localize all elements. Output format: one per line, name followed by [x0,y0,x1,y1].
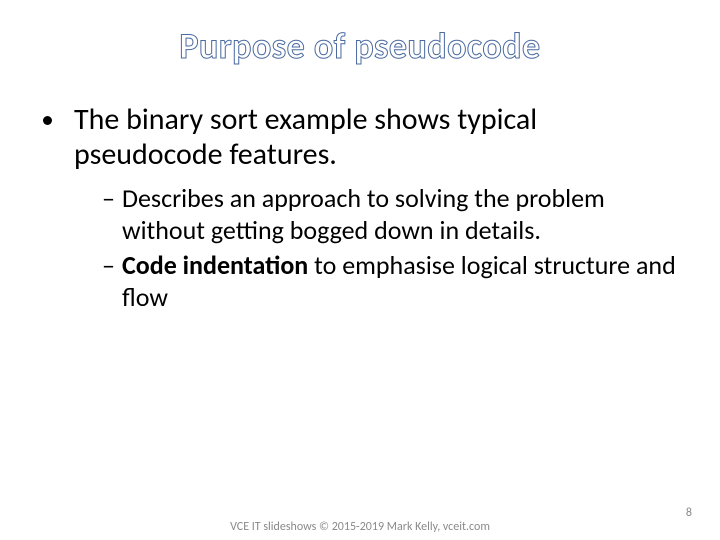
bullet-list-level1: The binary sort example shows typical ps… [30,102,690,314]
slide: Purpose of pseudocode The binary sort ex… [0,0,720,540]
list-item: The binary sort example shows typical ps… [68,102,690,314]
footer-copyright: VCE IT slideshows © 2015-2019 Mark Kelly… [0,520,720,534]
list-item: Describes an approach to solving the pro… [102,183,690,246]
bullet-text: The binary sort example shows typical ps… [74,101,537,173]
bullet-list-level2: Describes an approach to solving the pro… [74,183,690,314]
list-item: Code indentation to emphasise logical st… [102,250,690,313]
page-number: 8 [686,506,692,520]
bullet-text: Describes an approach to solving the pro… [122,182,605,246]
slide-title: Purpose of pseudocode [30,24,690,68]
bullet-text-bold: Code indentation [122,249,308,281]
